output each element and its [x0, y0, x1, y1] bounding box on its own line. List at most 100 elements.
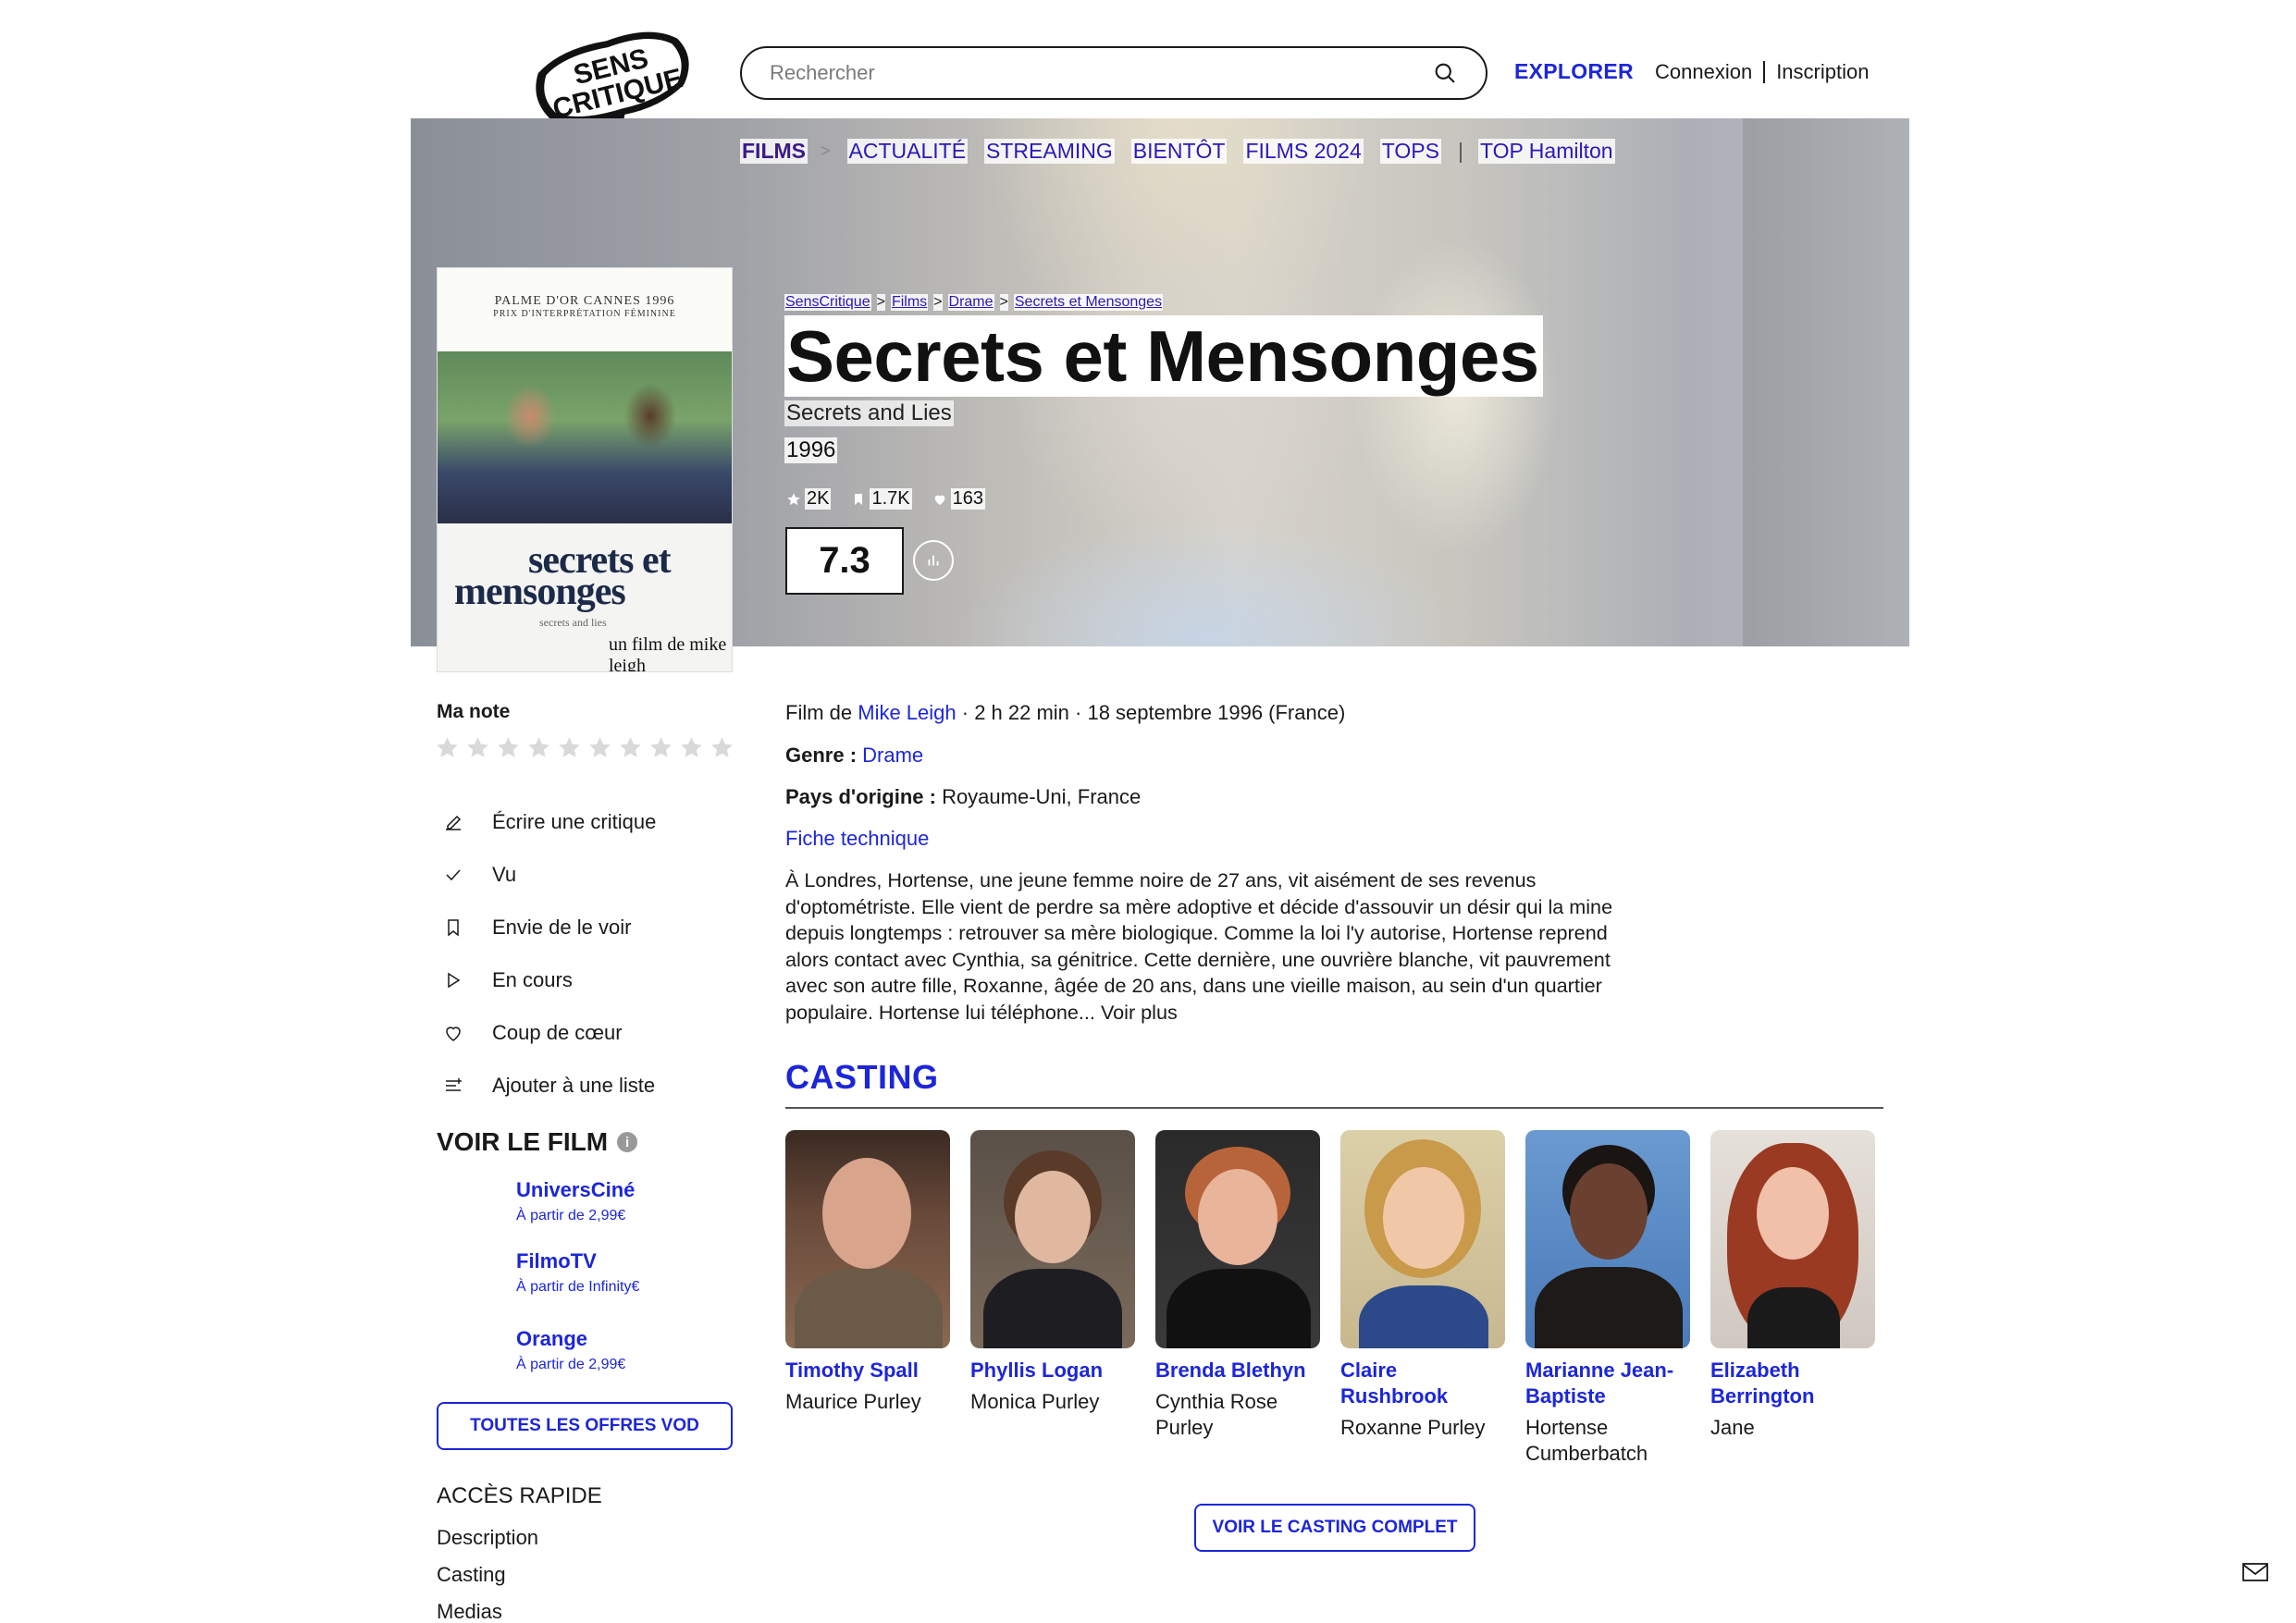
action-label: Envie de le voir	[492, 915, 632, 939]
photo-face	[1015, 1171, 1091, 1263]
synopsis-text: À Londres, Hortense, une jeune femme noi…	[785, 868, 1613, 1024]
nav-actualite[interactable]: ACTUALITÉ	[846, 139, 969, 164]
rating-star-icon[interactable]	[496, 735, 521, 760]
sub-navigation: FILMS > ACTUALITÉ STREAMING BIENTÔT FILM…	[740, 139, 1632, 164]
photo-body	[1747, 1287, 1840, 1348]
actor-photo[interactable]	[1525, 1130, 1690, 1348]
actor-name[interactable]: Marianne Jean-Baptiste	[1525, 1358, 1692, 1409]
rating-star-icon[interactable]	[435, 735, 460, 760]
breadcrumb: SensCritique > Films > Drame > Secrets e…	[784, 294, 1164, 311]
cast-member[interactable]: Brenda Blethyn Cynthia Rose Purley	[1155, 1130, 1322, 1441]
breadcrumb-senscritique[interactable]: SensCritique	[784, 294, 871, 311]
mail-icon[interactable]	[2241, 1561, 2269, 1583]
watch-film-heading: VOIR LE FILM i	[437, 1127, 638, 1157]
rating-star-icon[interactable]	[710, 735, 734, 760]
film-meta: Film de Mike Leigh · 2 h 22 min · 18 sep…	[785, 701, 1345, 725]
vod-offer-universcine[interactable]: UniversCiné À partir de 2,99€	[516, 1178, 635, 1224]
film-actions: Écrire une critique Vu Envie de le voir …	[442, 795, 656, 1112]
rating-star-icon[interactable]	[587, 735, 612, 760]
write-review-action[interactable]: Écrire une critique	[442, 795, 656, 848]
breadcrumb-current[interactable]: Secrets et Mensonges	[1013, 294, 1164, 311]
rating-star-icon[interactable]	[557, 735, 582, 760]
cast-member[interactable]: Marianne Jean-Baptiste Hortense Cumberba…	[1525, 1130, 1692, 1467]
signup-link[interactable]: Inscription	[1776, 60, 1869, 84]
actor-name[interactable]: Phyllis Logan	[970, 1358, 1137, 1383]
genre-link[interactable]: Drame	[862, 744, 923, 767]
all-vod-offers-button[interactable]: TOUTES LES OFFRES VOD	[437, 1402, 733, 1450]
photo-face	[1383, 1167, 1464, 1269]
login-link[interactable]: Connexion	[1655, 60, 1752, 84]
actor-photo[interactable]	[1340, 1130, 1505, 1348]
quick-link-medias[interactable]: Medias	[437, 1600, 538, 1623]
cast-member[interactable]: Timothy Spall Maurice Purley	[785, 1130, 952, 1415]
explorer-link[interactable]: EXPLORER	[1514, 59, 1634, 84]
quick-link-casting[interactable]: Casting	[437, 1563, 538, 1600]
film-poster[interactable]: PALME D'OR CANNES 1996 PRIX D'INTERPRÉTA…	[437, 267, 733, 672]
poster-award-line-2: PRIX D'INTERPRÉTATION FÉMININE	[493, 309, 676, 319]
breadcrumb-drame[interactable]: Drame	[947, 294, 994, 311]
breadcrumb-films[interactable]: Films	[890, 294, 929, 311]
nav-films-2024[interactable]: FILMS 2024	[1243, 139, 1364, 164]
ratings-count: 2K	[805, 488, 832, 510]
search-icon[interactable]	[1432, 60, 1458, 86]
ratings-stat[interactable]: 2K	[786, 488, 832, 510]
character-name: Jane	[1710, 1416, 1755, 1439]
character-name: Cynthia Rose Purley	[1155, 1390, 1278, 1439]
nav-streaming[interactable]: STREAMING	[984, 139, 1115, 164]
nav-films[interactable]: FILMS	[740, 139, 808, 164]
actor-photo[interactable]	[1155, 1130, 1320, 1348]
meta-details: · 2 h 22 min · 18 septembre 1996 (France…	[956, 701, 1346, 724]
breadcrumb-separator: >	[876, 294, 885, 311]
actor-photo[interactable]	[970, 1130, 1135, 1348]
actor-name[interactable]: Timothy Spall	[785, 1358, 952, 1383]
quick-link-description[interactable]: Description	[437, 1526, 538, 1563]
wishlist-stat[interactable]: 1.7K	[851, 488, 912, 510]
vod-offer-filmotv[interactable]: FilmoTV À partir de Infinity€	[516, 1249, 639, 1296]
technical-sheet-link[interactable]: Fiche technique	[785, 827, 929, 851]
synopsis: À Londres, Hortense, une jeune femme noi…	[785, 867, 1636, 1027]
read-more-link[interactable]: Voir plus	[1101, 1001, 1178, 1024]
nav-top-hamilton[interactable]: TOP Hamilton	[1477, 139, 1615, 164]
actor-name[interactable]: Elizabeth Berrington	[1710, 1358, 1877, 1409]
cast-member[interactable]: Elizabeth Berrington Jane	[1710, 1130, 1877, 1441]
add-to-list-action[interactable]: Ajouter à une liste	[442, 1059, 656, 1112]
want-to-see-action[interactable]: Envie de le voir	[442, 901, 656, 953]
star-icon	[787, 492, 800, 505]
search-input[interactable]	[770, 61, 1432, 85]
in-progress-action[interactable]: En cours	[442, 953, 656, 1006]
rating-star-icon[interactable]	[526, 735, 551, 760]
favorite-action[interactable]: Coup de cœur	[442, 1006, 656, 1059]
rating-star-icon[interactable]	[465, 735, 490, 760]
rating-star-icon[interactable]	[648, 735, 673, 760]
vod-name: UniversCiné	[516, 1178, 636, 1201]
chevron-right-icon: >	[821, 141, 831, 160]
poster-director: un film de mike leigh	[609, 634, 727, 672]
vod-offer-orange[interactable]: Orange À partir de 2,99€	[516, 1327, 625, 1373]
favorites-stat[interactable]: 163	[932, 488, 985, 510]
my-rating-stars[interactable]	[435, 735, 734, 760]
film-genre: Genre : Drame	[785, 744, 923, 768]
actor-photo[interactable]	[785, 1130, 950, 1348]
country-value: Royaume-Uni, France	[942, 785, 1142, 808]
search-bar[interactable]	[740, 46, 1487, 100]
poster-title-2: mensonges	[454, 571, 626, 613]
rating-star-icon[interactable]	[618, 735, 643, 760]
seen-action[interactable]: Vu	[442, 848, 656, 901]
rating-star-icon[interactable]	[679, 735, 704, 760]
actor-photo[interactable]	[1710, 1130, 1875, 1348]
favorites-count: 163	[950, 488, 985, 510]
page-title: Secrets et Mensonges	[784, 315, 1543, 397]
nav-tops[interactable]: TOPS	[1379, 139, 1441, 164]
full-casting-button[interactable]: VOIR LE CASTING COMPLET	[1194, 1504, 1475, 1552]
rating-stats-button[interactable]	[913, 540, 954, 581]
cast-member[interactable]: Claire Rushbrook Roxanne Purley	[1340, 1130, 1507, 1441]
poster-award: PALME D'OR CANNES 1996 PRIX D'INTERPRÉTA…	[438, 268, 732, 351]
photo-body	[1167, 1269, 1311, 1348]
cast-member[interactable]: Phyllis Logan Monica Purley	[970, 1130, 1137, 1415]
nav-bientot[interactable]: BIENTÔT	[1130, 139, 1228, 164]
poster-subtitle: secrets and lies	[539, 616, 607, 629]
actor-name[interactable]: Brenda Blethyn	[1155, 1358, 1322, 1383]
info-icon[interactable]: i	[617, 1132, 638, 1152]
actor-name[interactable]: Claire Rushbrook	[1340, 1358, 1507, 1409]
director-link[interactable]: Mike Leigh	[858, 701, 956, 724]
